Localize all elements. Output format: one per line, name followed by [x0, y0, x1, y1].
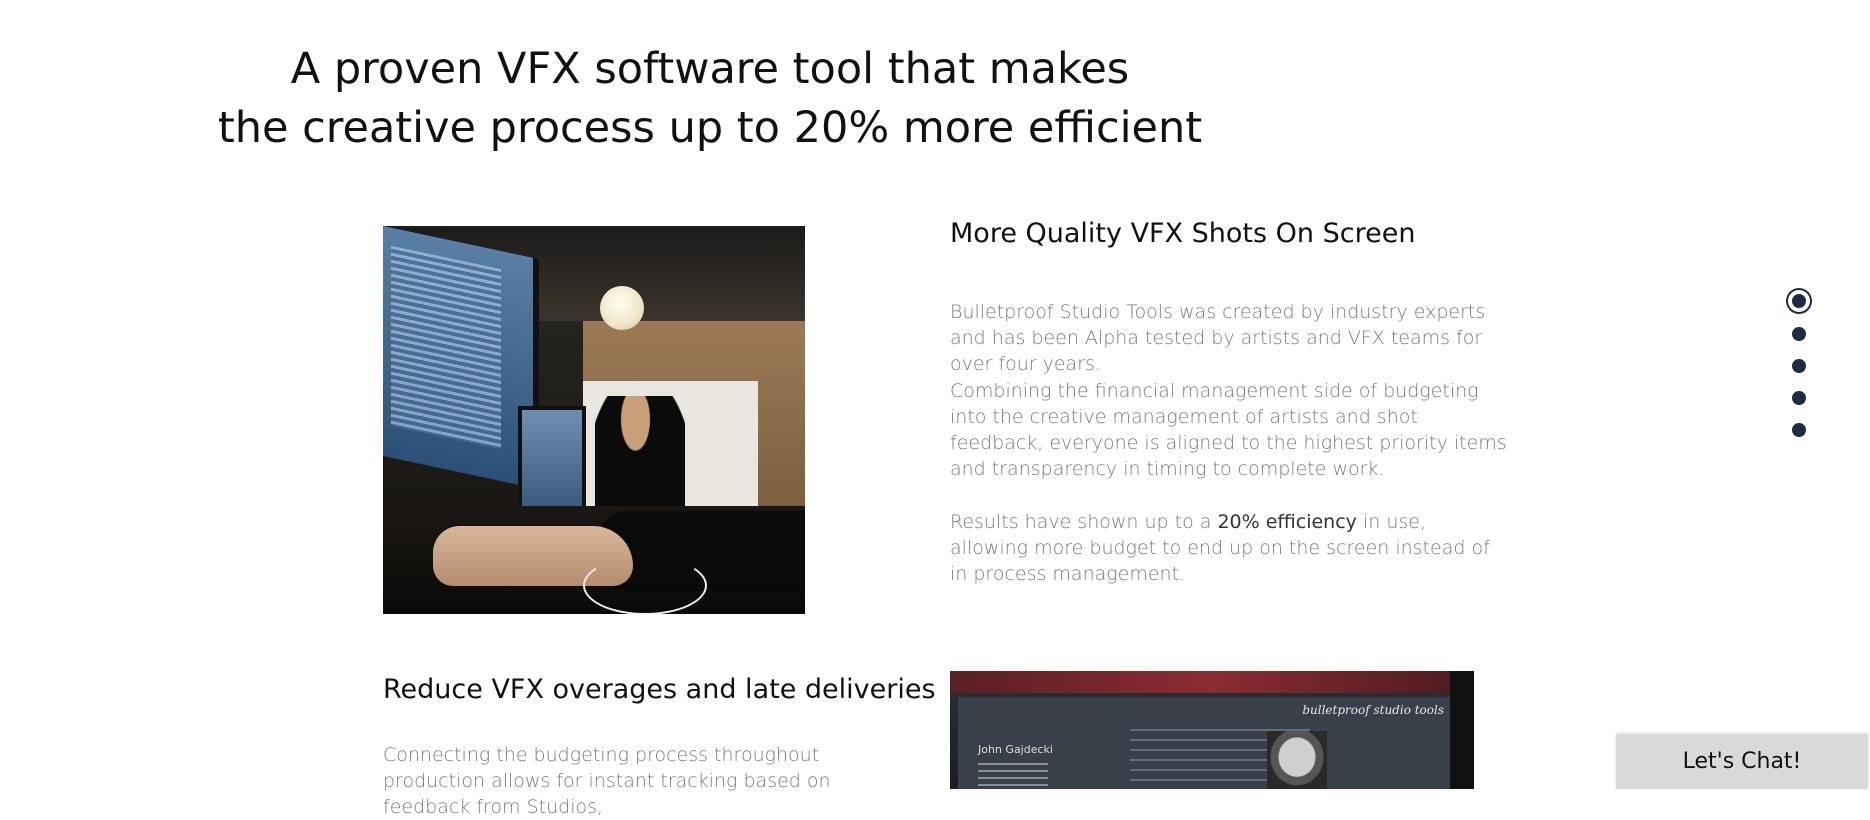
nav-dot-1[interactable]: [1792, 294, 1806, 308]
section-nav-dots: [1784, 287, 1814, 455]
results-highlight: 20% efficiency: [1217, 511, 1357, 533]
section-heading-quality: More Quality VFX Shots On Screen: [950, 218, 1416, 249]
screenshot-topbar: [950, 671, 1474, 693]
results-text-start: Results have shown up to a: [950, 511, 1218, 533]
screenshot-sidebar-lines: [978, 763, 1048, 789]
paragraph-results: Results have shown up to a 20% efficienc…: [950, 509, 1510, 587]
chat-button[interactable]: Let's Chat!: [1616, 734, 1868, 789]
paragraph-combining: Combining the financial management side …: [950, 380, 1507, 480]
nav-dot-3[interactable]: [1792, 359, 1806, 373]
photo-monitor: [383, 226, 539, 490]
headline-line-1: A proven VFX software tool that makes: [290, 44, 1130, 94]
screenshot-portrait: [1267, 731, 1327, 789]
page-headline: A proven VFX software tool that makes th…: [0, 40, 1420, 158]
screenshot-user-name: John Gajdecki: [978, 743, 1053, 756]
nav-dot-5[interactable]: [1792, 423, 1806, 437]
vfx-studio-photo: [383, 226, 805, 614]
photo-cable: [583, 556, 707, 614]
nav-dot-2[interactable]: [1792, 327, 1806, 341]
paragraph-experts: Bulletproof Studio Tools was created by …: [950, 301, 1486, 375]
headline-line-2: the creative process up to 20% more effi…: [217, 103, 1203, 153]
paragraph-connecting: Connecting the budgeting process through…: [383, 744, 831, 818]
nav-dot-4[interactable]: [1792, 391, 1806, 405]
photo-lamp: [600, 286, 644, 330]
section-heading-overages: Reduce VFX overages and late deliveries: [383, 674, 936, 705]
screenshot-bezel: [1450, 671, 1474, 789]
software-screenshot-photo: bulletproof studio tools John Gajdecki: [950, 671, 1474, 789]
screenshot-logo: bulletproof studio tools: [1302, 703, 1444, 717]
